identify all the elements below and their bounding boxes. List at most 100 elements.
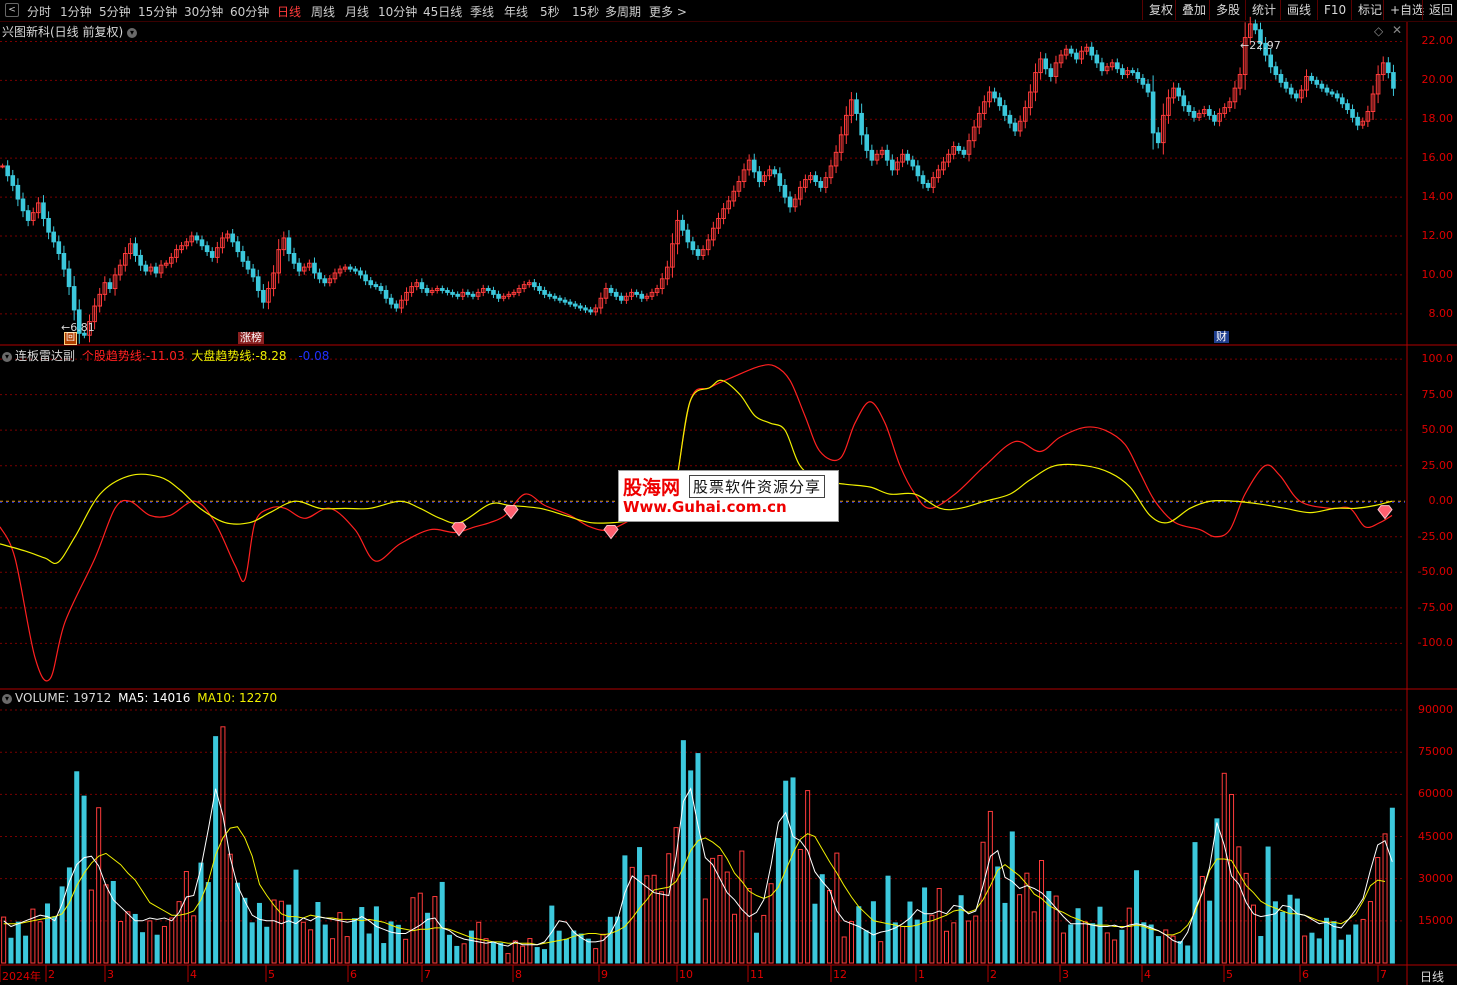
price-candle <box>578 305 583 309</box>
price-candle <box>0 165 5 168</box>
volume-bar <box>556 930 562 964</box>
chevron-down-icon[interactable]: ▾ <box>2 351 12 362</box>
price-candle <box>583 307 588 311</box>
ma10-value: 12270 <box>238 691 278 705</box>
volume-bar <box>439 881 445 964</box>
chevron-down-icon[interactable]: ▾ <box>127 27 138 38</box>
finance-tag[interactable]: 财 <box>1214 331 1229 343</box>
price-candle <box>317 272 322 280</box>
price-candle <box>1176 87 1181 97</box>
volume-bar <box>446 934 453 964</box>
volume-bar <box>936 887 942 964</box>
volume-bar <box>344 936 350 964</box>
volume-bar <box>1017 894 1023 964</box>
price-candle <box>537 286 542 291</box>
price-candle <box>787 196 793 208</box>
price-candle <box>1048 68 1054 77</box>
price-candle <box>368 280 374 286</box>
diamond-icon <box>503 505 519 520</box>
price-candle <box>890 159 895 171</box>
chevron-down-icon[interactable]: ▾ <box>2 693 12 704</box>
price-candle <box>1155 132 1161 144</box>
price-candle <box>690 241 696 251</box>
price-candle <box>613 291 619 297</box>
volume-bar <box>359 907 365 964</box>
volume-bar <box>1046 891 1052 964</box>
indicator-panel-title[interactable]: ▾ 连板雷达副 个股趋势线:-11.03 大盘趋势线:-8.28 -0.08 <box>2 347 329 364</box>
volume-bar <box>176 901 182 964</box>
volume-bar <box>52 916 58 964</box>
square-tag[interactable]: 回 <box>64 332 78 345</box>
volume-bar <box>315 902 321 964</box>
volume-bar <box>980 841 986 964</box>
month-label: 6 <box>350 968 357 981</box>
price-candle <box>20 198 26 212</box>
volume-bar <box>388 921 394 964</box>
y-tick-label: 15000 <box>1418 913 1453 927</box>
volume-bar <box>308 929 314 964</box>
price-candle <box>567 301 573 305</box>
price-candle <box>1115 62 1120 70</box>
volume-bar <box>775 837 781 964</box>
volume-panel-title[interactable]: ▾ VOLUME: 19712 MA5: 14016 MA10: 12270 <box>2 691 277 705</box>
y-tick-label: 12.00 <box>1421 229 1454 242</box>
price-candle <box>1089 46 1095 56</box>
volume-bar <box>1221 772 1227 964</box>
price-candle <box>450 291 455 295</box>
volume-bar <box>366 933 372 964</box>
volume-bar <box>1031 911 1037 964</box>
y-tick-label: -100.0 <box>1417 636 1453 650</box>
price-candle <box>255 276 261 291</box>
y-tick-label: 10.00 <box>1421 267 1454 281</box>
y-tick-label: 75000 <box>1418 745 1453 759</box>
price-candle <box>772 169 777 175</box>
volume-bar <box>1082 921 1088 964</box>
price-candle <box>634 291 639 295</box>
volume-bar <box>512 940 518 964</box>
price-candle <box>572 303 578 307</box>
volume-bar <box>1155 936 1161 964</box>
volume-bar <box>951 922 957 964</box>
volume-bar <box>1039 860 1045 964</box>
price-candle <box>547 293 552 297</box>
price-candle <box>1186 105 1192 112</box>
price-candle <box>1324 87 1330 93</box>
price-panel-title[interactable]: 兴图新科(日线 前复权) ▾ <box>2 23 140 40</box>
price-candle <box>552 295 558 299</box>
watermark-url: Www.Guhai.com.cn <box>623 498 787 516</box>
price-candle <box>854 99 859 114</box>
volume-bar <box>118 921 124 964</box>
price-candle <box>240 251 246 262</box>
month-label: 10 <box>679 968 693 981</box>
y-tick-label: 14.00 <box>1421 190 1454 204</box>
y-tick-label: 20.00 <box>1421 73 1454 87</box>
volume-bar <box>753 932 759 964</box>
volume-bar <box>110 880 116 964</box>
volume-bar <box>651 874 657 964</box>
volume-bar <box>542 949 548 964</box>
volume-bar <box>1280 911 1286 964</box>
price-candle <box>1094 54 1100 64</box>
price-candle <box>378 286 384 291</box>
close-icon[interactable]: ✕ <box>1392 23 1402 37</box>
price-candle <box>961 149 967 155</box>
volume-bar <box>527 938 533 964</box>
price-candle <box>562 299 568 303</box>
market-trend-label: 大盘趋势线: <box>191 349 256 363</box>
price-candle <box>1283 81 1289 89</box>
volume-bar <box>1287 894 1293 964</box>
price-candle <box>419 282 425 290</box>
limit-up-tag[interactable]: 涨榜 <box>238 332 264 344</box>
y-tick-label: 0.00 <box>1428 494 1454 508</box>
volume-bar <box>732 913 738 964</box>
price-candle <box>910 159 916 167</box>
y-tick-label: 8.00 <box>1428 306 1454 320</box>
price-candle <box>1140 77 1146 85</box>
price-candle <box>286 237 292 255</box>
price-candle <box>1135 72 1141 79</box>
volume-bar <box>710 857 716 964</box>
volume-bar <box>1375 857 1381 964</box>
month-label: 4 <box>190 968 197 981</box>
diamond-icon[interactable]: ◇ <box>1374 24 1383 38</box>
volume-bar <box>213 736 219 964</box>
